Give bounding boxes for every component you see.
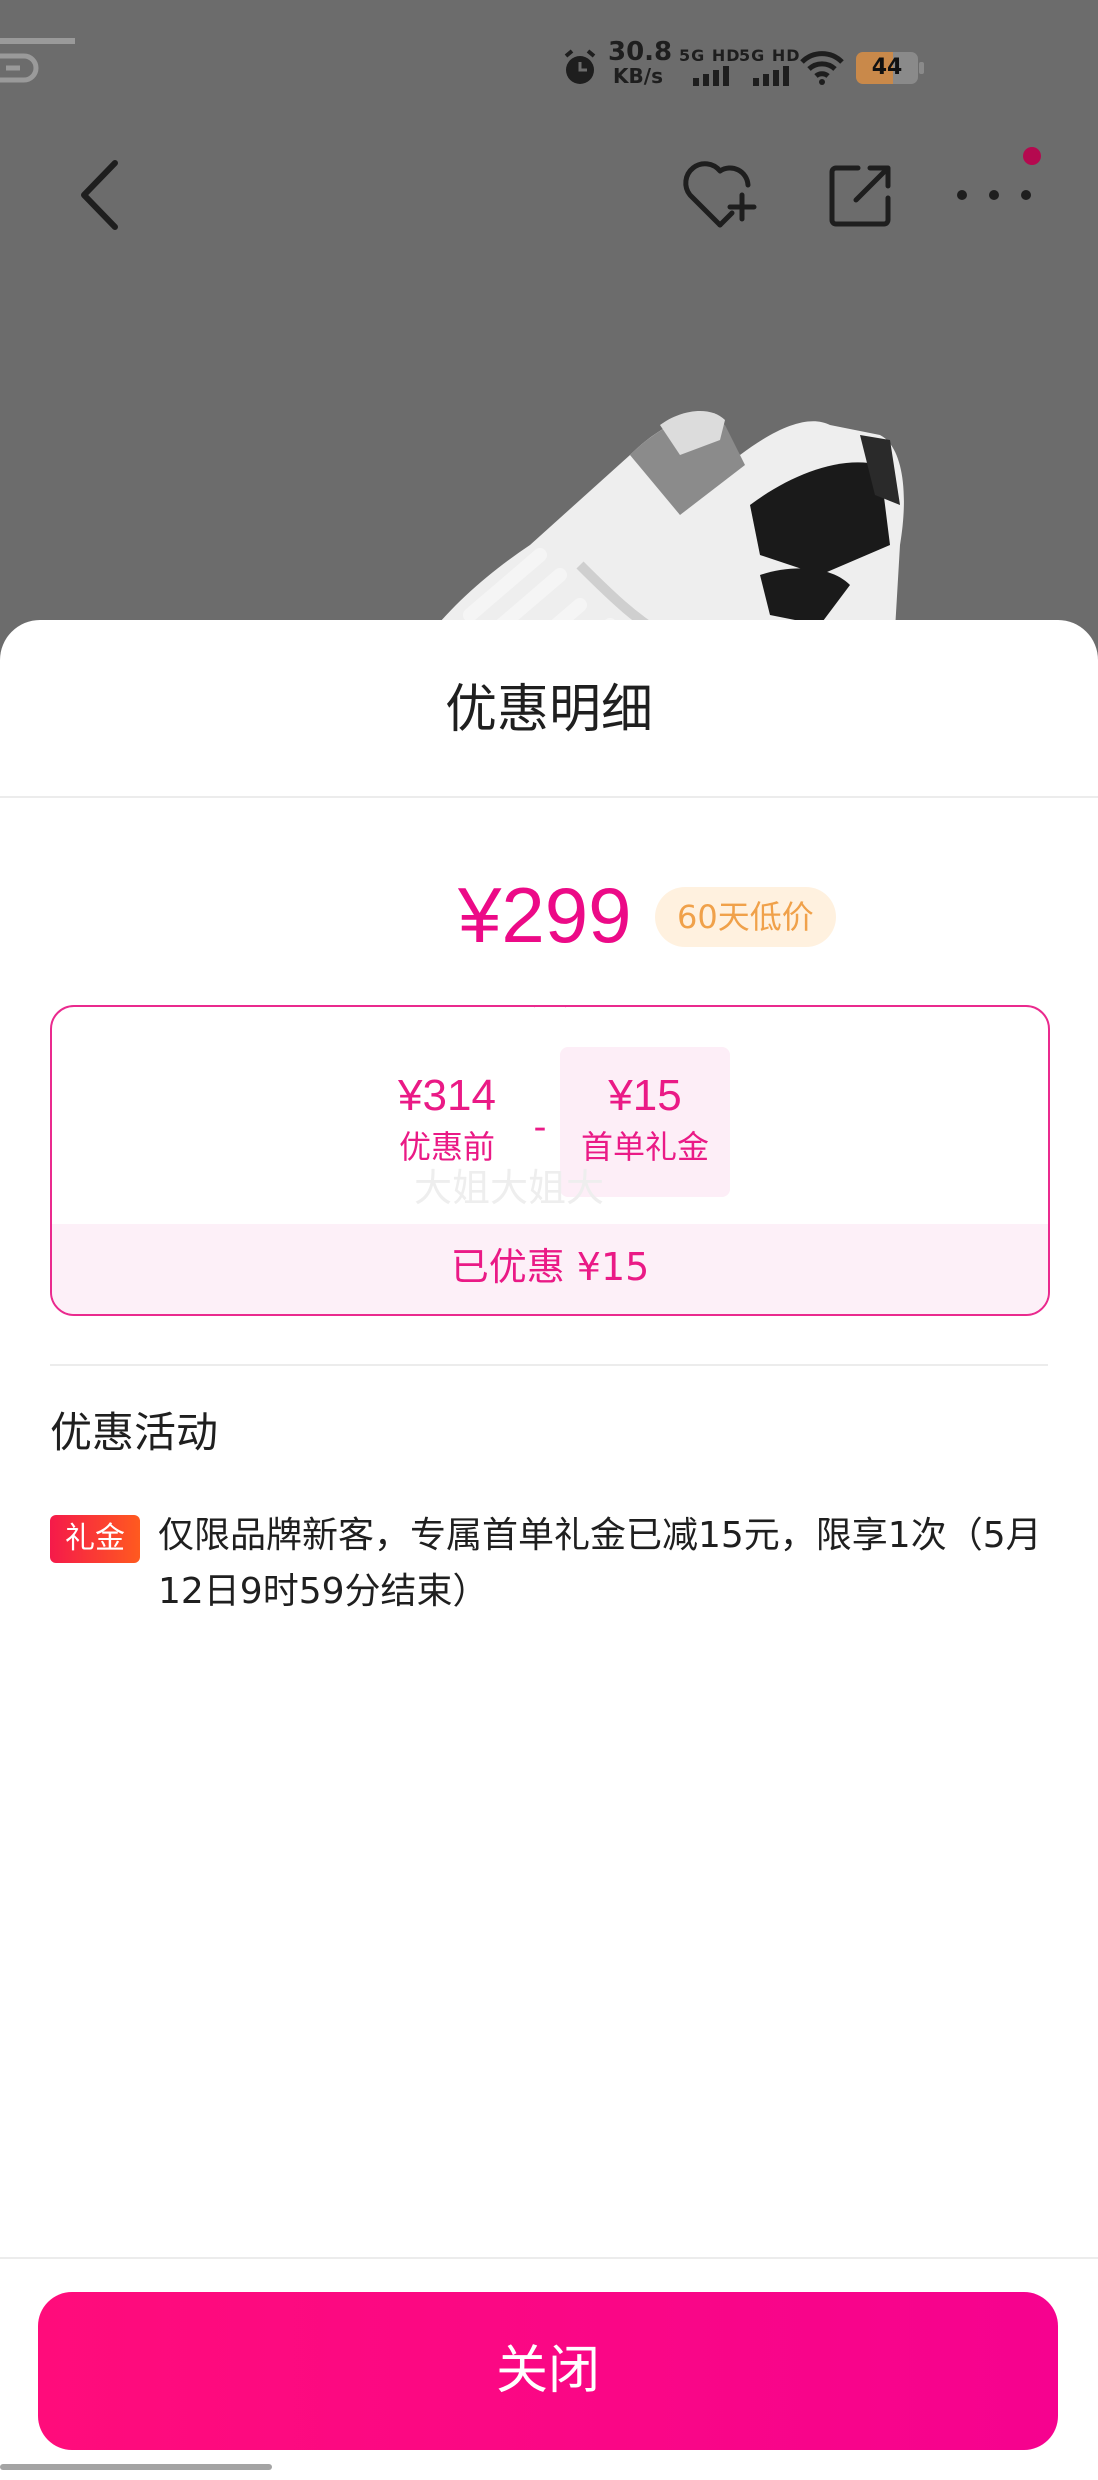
promotion-description: 仅限品牌新客，专属首单礼金已减15元，限享1次（5月12日9时59分结束） xyxy=(158,1515,1042,1612)
original-price: ¥314 xyxy=(398,1071,496,1120)
notification-dot xyxy=(1023,147,1041,165)
sheet-title: 优惠明细 xyxy=(444,680,653,740)
speed-value: 30.8 xyxy=(608,37,673,67)
close-button[interactable]: 关闭 xyxy=(38,2292,1058,2450)
price-breakdown-box: ¥314 优惠前 - ¥15 首单礼金 大姐大姐大 已优惠 ¥15 xyxy=(50,1005,1050,1316)
sim1-label: 5G HD xyxy=(679,46,741,65)
low-price-tag: 60天低价 xyxy=(655,887,836,947)
network-speed: 30.8 KB/s xyxy=(608,37,673,88)
back-chevron-left-icon[interactable] xyxy=(70,155,130,235)
original-price-column: ¥314 优惠前 xyxy=(372,1067,522,1169)
minus-operator: - xyxy=(533,1107,547,1148)
coupon-amount: ¥15 xyxy=(608,1071,682,1120)
gift-money-tag: 礼金 xyxy=(50,1515,140,1563)
home-indicator[interactable] xyxy=(0,2464,272,2470)
wifi-icon xyxy=(800,51,844,85)
battery-icon: 44 xyxy=(856,52,924,84)
more-options-icon[interactable] xyxy=(952,170,1036,220)
final-price: ¥299 xyxy=(458,871,632,959)
floating-window-icon[interactable] xyxy=(0,38,75,90)
sim2-label: 5G HD xyxy=(739,46,801,65)
footer-divider xyxy=(0,2257,1098,2259)
battery-level: 44 xyxy=(871,55,903,80)
alarm-icon xyxy=(564,49,596,84)
sim2-signal-icon: 5G HD xyxy=(735,46,805,90)
saved-amount-bar: 已优惠 ¥15 xyxy=(52,1224,1048,1314)
section-divider xyxy=(50,1364,1048,1366)
watermark-text: 大姐大姐大 xyxy=(414,1166,605,1210)
discount-detail-sheet: 优惠明细 ¥299 60天低价 ¥314 优惠前 - ¥15 首单礼金 大姐大姐… xyxy=(0,620,1098,2480)
promotions-section-title: 优惠活动 xyxy=(50,1408,219,1457)
price-pointer xyxy=(533,1007,567,1023)
favorite-heart-plus-icon[interactable] xyxy=(680,155,762,235)
title-divider xyxy=(0,796,1098,798)
status-bar: 30.8 KB/s 5G HD 5G HD 44 xyxy=(0,0,1098,120)
speed-unit: KB/s xyxy=(613,64,663,88)
share-icon[interactable] xyxy=(826,160,896,230)
